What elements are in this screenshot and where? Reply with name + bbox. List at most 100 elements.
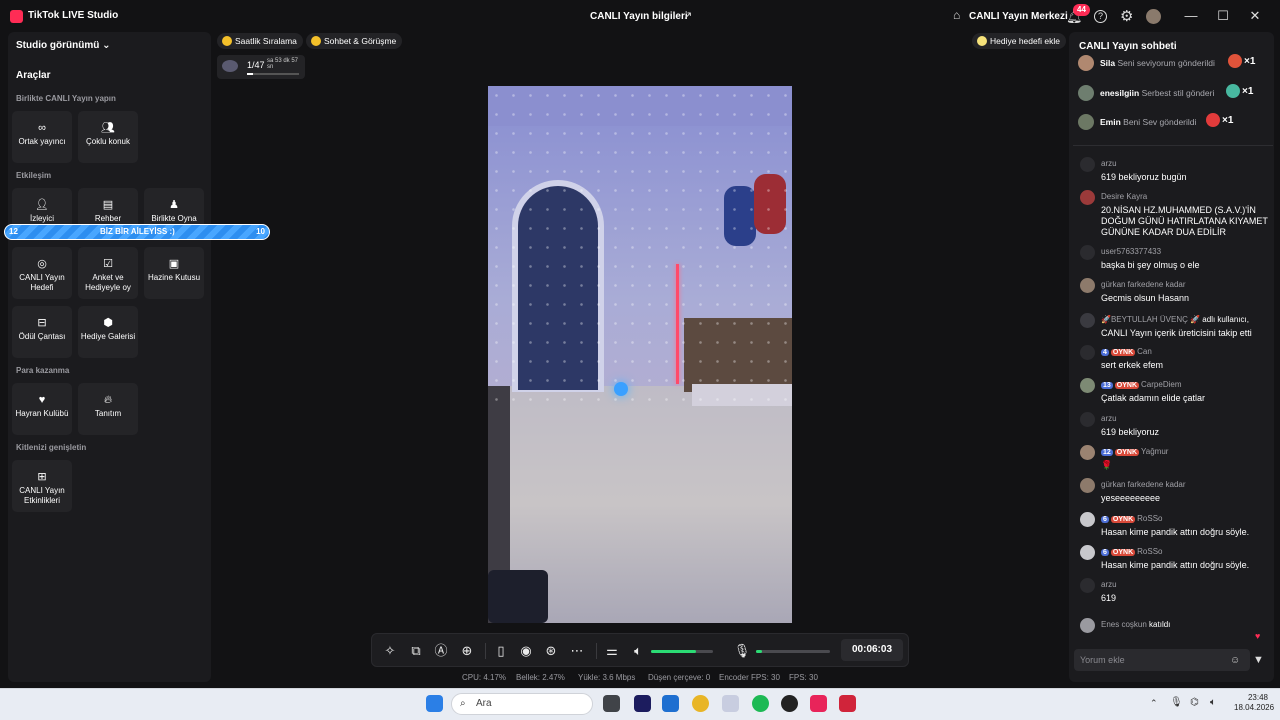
- maximize-icon[interactable]: ☐: [1215, 8, 1231, 24]
- filter-icon[interactable]: ▼: [1253, 654, 1264, 666]
- comment-input[interactable]: Yorum ekle: [1074, 649, 1250, 671]
- speaker-icon[interactable]: 🔈︎: [629, 642, 647, 660]
- chevron-up-icon[interactable]: ⌃: [1150, 698, 1158, 709]
- ranking-counter[interactable]: 1/47 sa 53 dk 57 sn: [217, 55, 305, 79]
- level-badge: 6: [1101, 549, 1109, 556]
- chat-username[interactable]: RoSSo: [1137, 514, 1162, 523]
- rank-progress-track: [247, 73, 299, 75]
- tiktok-icon[interactable]: [810, 695, 827, 712]
- add-source-icon[interactable]: ⊕: [458, 642, 476, 660]
- tile-multiguest[interactable]: 👥︎ Çoklu konuk: [78, 111, 138, 163]
- chat-title: CANLI Yayın sohbeti: [1079, 41, 1177, 52]
- chip-label: Hediye hedefi ekle: [990, 36, 1060, 46]
- clock[interactable]: 23:48 18.04.2026: [1234, 693, 1274, 713]
- tile-label: Hediye Galerisi: [80, 332, 136, 341]
- tile-cohost[interactable]: ∞ Ortak yayıncı: [12, 111, 72, 163]
- settings-gear-icon[interactable]: ⚙: [1120, 7, 1133, 25]
- tile-gift-gallery[interactable]: ⬢ Hediye Galerisi: [78, 306, 138, 358]
- avatar: [1080, 412, 1095, 427]
- audio-settings-icon[interactable]: ⚌: [603, 642, 621, 660]
- chrome-icon[interactable]: [692, 695, 709, 712]
- camera-switch-icon[interactable]: ⊛: [542, 642, 560, 660]
- tile-reward-bag[interactable]: ⊟ Ödül Çantası: [12, 306, 72, 358]
- hourly-ranking-chip[interactable]: Saatlik Sıralama: [217, 33, 303, 49]
- share-icon[interactable]: ↗: [683, 10, 695, 22]
- chat-text: yeseeeeeeeee: [1101, 493, 1161, 503]
- task-view-icon[interactable]: [603, 695, 620, 712]
- gift-user: Emin: [1100, 117, 1121, 127]
- chat-username[interactable]: Enes coşkun: [1101, 620, 1147, 629]
- magic-wand-icon[interactable]: ✧: [381, 642, 399, 660]
- chat-suffix: adlı kullanıcı,: [1202, 315, 1249, 324]
- chat-meet-chip[interactable]: Sohbet & Görüşme: [306, 33, 403, 49]
- phone-layout-icon[interactable]: ▯: [492, 642, 510, 660]
- volume-slider[interactable]: [651, 650, 713, 653]
- gift-row: Emin Beni Sev gönderildi ×1: [1078, 112, 1272, 132]
- avatar: [1078, 85, 1094, 101]
- chat-text: sert erkek efem: [1101, 360, 1164, 370]
- mic-slider[interactable]: [756, 650, 830, 653]
- live-center-button[interactable]: CANLI Yayın Merkezi: [969, 11, 1068, 22]
- home-icon[interactable]: ⌂: [953, 9, 966, 22]
- tile-label: Rehber: [94, 214, 122, 223]
- outlook-icon[interactable]: [662, 695, 679, 712]
- settings-app-icon[interactable]: [722, 695, 739, 712]
- tiktok-live-studio-icon[interactable]: [839, 695, 856, 712]
- chat-username[interactable]: RoSSo: [1137, 547, 1162, 556]
- chat-text: Hasan kime pandik attın doğru söyle.: [1101, 560, 1250, 570]
- gift-user: enesilgiin: [1100, 88, 1140, 98]
- chat-text: Çatlak adamın elide çatlar: [1101, 393, 1206, 403]
- avatar: [1080, 512, 1095, 527]
- screen-share-icon[interactable]: ⧉: [407, 642, 425, 660]
- chat-username[interactable]: gürkan farkedene kadar: [1101, 480, 1186, 489]
- chat-username[interactable]: arzu: [1101, 414, 1117, 423]
- rank-progress-fill: [247, 73, 254, 75]
- tile-live-goal[interactable]: ◎ CANLI Yayın Hedefi: [12, 247, 72, 299]
- chat-username[interactable]: CarpeDiem: [1141, 380, 1181, 389]
- tile-promo[interactable]: 🔥︎ Tanıtım: [78, 383, 138, 435]
- emoji-icon[interactable]: ☺: [1230, 655, 1240, 666]
- tile-treasure-box[interactable]: ▣ Hazine Kutusu: [144, 247, 204, 299]
- gift-row: Sila Seni seviyorum gönderildi ×1: [1078, 53, 1272, 73]
- user-avatar[interactable]: [1146, 9, 1161, 24]
- live-video-preview[interactable]: [488, 86, 792, 623]
- network-icon[interactable]: ⌬: [1190, 697, 1199, 708]
- microphone-tray-icon[interactable]: 🎙︎: [1170, 697, 1183, 708]
- chat-username[interactable]: gürkan farkedene kadar: [1101, 280, 1186, 289]
- join-text: katıldı: [1149, 620, 1171, 629]
- chat-text: 619: [1101, 593, 1117, 603]
- spotify-icon[interactable]: [752, 695, 769, 712]
- add-gift-goal-chip[interactable]: Hediye hedefi ekle: [972, 33, 1066, 49]
- chat-username[interactable]: arzu: [1101, 159, 1117, 168]
- avatar: [1080, 478, 1095, 493]
- microphone-icon[interactable]: 🎙︎: [733, 642, 751, 660]
- volume-tray-icon[interactable]: 🔈︎: [1210, 697, 1216, 708]
- tile-fan-club[interactable]: ♥ Hayran Kulübü: [12, 383, 72, 435]
- gift-icon: [1228, 54, 1242, 68]
- studio-view-dropdown[interactable]: Studio görünümü ⌄: [16, 40, 111, 51]
- close-icon[interactable]: ✕: [1247, 8, 1263, 24]
- chat-username[interactable]: user5763377433: [1101, 247, 1161, 256]
- cpu-stat: CPU: 4.17%: [462, 673, 507, 682]
- ai-icon[interactable]: Ⓐ: [432, 642, 450, 660]
- more-icon[interactable]: ⋯: [568, 642, 586, 660]
- chip-label: Saatlik Sıralama: [235, 36, 297, 46]
- chat-username[interactable]: 🚀BEYTULLAH ÜVENÇ 🚀: [1101, 315, 1200, 324]
- chat-username[interactable]: Desire Kayra: [1101, 192, 1147, 201]
- windows-start-icon[interactable]: [426, 695, 443, 712]
- help-icon[interactable]: ?: [1094, 10, 1107, 23]
- minimize-icon[interactable]: —: [1183, 8, 1199, 23]
- chat-username[interactable]: Can: [1137, 347, 1152, 356]
- tile-live-events[interactable]: ⊞ CANLI Yayın Etkinlikleri: [12, 460, 72, 512]
- after-effects-icon[interactable]: [634, 695, 651, 712]
- live-timer: 00:06:03: [841, 639, 903, 661]
- chat-text: 20.NİSAN HZ.MUHAMMED (S.A.V.)'İN DOĞUM G…: [1101, 205, 1268, 237]
- taskbar-search[interactable]: ⌕ Ara: [451, 693, 593, 715]
- steam-icon[interactable]: [781, 695, 798, 712]
- bag-icon: ⊟: [37, 317, 47, 329]
- live-info-button[interactable]: CANLI Yayın bilgileri: [590, 11, 688, 22]
- chat-username[interactable]: arzu: [1101, 580, 1117, 589]
- record-icon[interactable]: ◉: [517, 642, 535, 660]
- chat-username[interactable]: Yağmur: [1141, 447, 1168, 456]
- tile-poll[interactable]: ☑ Anket ve Hediyeyle oy: [78, 247, 138, 299]
